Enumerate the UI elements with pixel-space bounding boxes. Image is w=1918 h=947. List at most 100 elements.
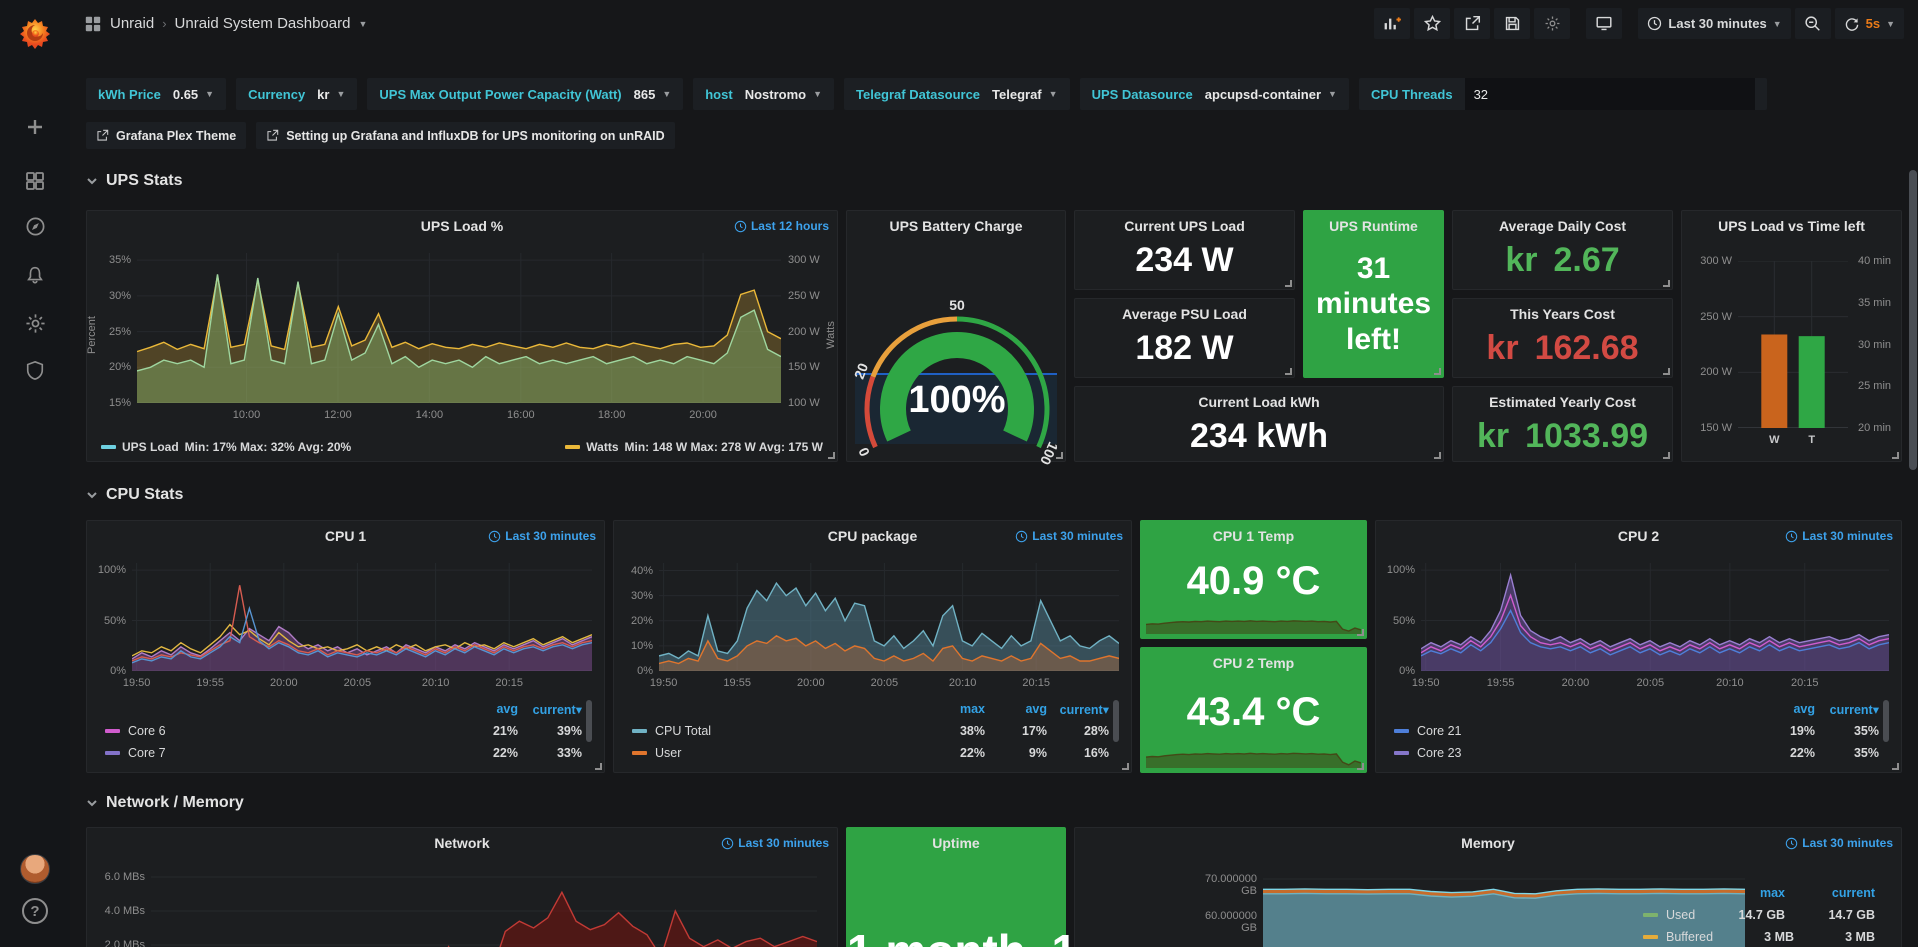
time-range-label[interactable]: Last 30 minutes xyxy=(721,836,829,850)
dashboard-settings-button[interactable] xyxy=(1534,8,1570,39)
dashboard-link[interactable]: Grafana Plex Theme xyxy=(86,122,246,149)
legend-scrollbar-thumb[interactable] xyxy=(1883,700,1889,742)
legend-series-marker[interactable] xyxy=(105,729,120,733)
panel-title[interactable]: Estimated Yearly Cost xyxy=(1453,394,1672,410)
variable-input[interactable]: 32 xyxy=(1465,78,1755,110)
time-range-label[interactable]: Last 12 hours xyxy=(734,219,829,233)
panel-title[interactable]: Average PSU Load xyxy=(1075,306,1294,322)
save-button[interactable] xyxy=(1494,8,1530,39)
panel-title[interactable]: Memory xyxy=(1075,835,1901,851)
time-range-label[interactable]: Last 30 minutes xyxy=(1785,529,1893,543)
apps-grid-icon[interactable] xyxy=(84,15,102,33)
section-ups-stats[interactable]: UPS Stats xyxy=(86,172,182,190)
legend-sort-header[interactable]: current▾ xyxy=(1047,702,1109,717)
legend-series-marker[interactable] xyxy=(101,445,116,449)
user-avatar[interactable] xyxy=(0,847,70,891)
panel-resize-handle[interactable] xyxy=(828,452,835,459)
variable-value[interactable]: apcupsd-container▼ xyxy=(1205,87,1337,102)
panel-resize-handle[interactable] xyxy=(1434,452,1441,459)
panel-resize-handle[interactable] xyxy=(1892,452,1899,459)
dashboards-icon[interactable] xyxy=(0,159,70,203)
panel-resize-handle[interactable] xyxy=(1663,280,1670,287)
add-panel-button[interactable] xyxy=(1374,8,1410,39)
panel-resize-handle[interactable] xyxy=(1122,763,1129,770)
legend-series-marker[interactable] xyxy=(105,751,120,755)
panel-title[interactable]: Current UPS Load xyxy=(1075,218,1294,234)
panel-resize-handle[interactable] xyxy=(1663,368,1670,375)
legend-series-name[interactable]: CPU Total xyxy=(655,724,711,738)
legend-sort-header[interactable]: avg xyxy=(985,702,1047,716)
legend-sort-header[interactable]: avg xyxy=(454,702,518,716)
configuration-gear-icon[interactable] xyxy=(0,301,70,345)
legend-sort-header[interactable]: max xyxy=(923,702,985,716)
panel-title[interactable]: Current Load kWh xyxy=(1075,394,1443,410)
panel-resize-handle[interactable] xyxy=(595,763,602,770)
legend-series-name[interactable]: UPS Load xyxy=(122,440,179,454)
legend-scrollbar-thumb[interactable] xyxy=(586,700,592,742)
legend-series-marker[interactable] xyxy=(1643,935,1658,939)
alerting-bell-icon[interactable] xyxy=(0,253,70,297)
legend-series-marker[interactable] xyxy=(1643,913,1658,917)
legend-series-name[interactable]: Core 23 xyxy=(1417,746,1461,760)
legend-series-marker[interactable] xyxy=(1394,751,1409,755)
breadcrumb-current[interactable]: Unraid System Dashboard xyxy=(175,15,351,32)
panel-resize-handle[interactable] xyxy=(1357,763,1364,770)
section-cpu-stats[interactable]: CPU Stats xyxy=(86,486,183,504)
panel-resize-handle[interactable] xyxy=(1434,368,1441,375)
panel-title[interactable]: CPU 2 Temp xyxy=(1141,655,1366,671)
legend-series-name[interactable]: Core 7 xyxy=(128,746,166,760)
legend-series-marker[interactable] xyxy=(632,729,647,733)
page-scrollbar-thumb[interactable] xyxy=(1909,170,1917,470)
legend-series-name[interactable]: Buffered xyxy=(1666,930,1713,944)
legend-series-marker[interactable] xyxy=(632,751,647,755)
legend-scrollbar-thumb[interactable] xyxy=(1113,700,1119,742)
panel-resize-handle[interactable] xyxy=(1285,280,1292,287)
cycle-view-button[interactable] xyxy=(1586,8,1622,39)
legend-series-marker[interactable] xyxy=(565,445,580,449)
time-range-label[interactable]: Last 30 minutes xyxy=(488,529,596,543)
variable-value[interactable]: Telegraf▼ xyxy=(992,87,1058,102)
legend-sort-header[interactable]: current xyxy=(1785,886,1875,900)
refresh-button[interactable]: 5s ▼ xyxy=(1835,8,1904,39)
variable-value[interactable]: 0.65▼ xyxy=(173,87,214,102)
panel-title[interactable]: Average Daily Cost xyxy=(1453,218,1672,234)
variable-value[interactable]: Nostromo▼ xyxy=(745,87,822,102)
breadcrumb-root[interactable]: Unraid xyxy=(110,15,154,32)
variable-value[interactable]: 865▼ xyxy=(634,87,672,102)
panel-title[interactable]: UPS Load % xyxy=(87,218,837,234)
panel-resize-handle[interactable] xyxy=(1663,452,1670,459)
panel-resize-handle[interactable] xyxy=(1357,629,1364,636)
grafana-logo-icon[interactable] xyxy=(0,6,70,62)
breadcrumb-caret-icon[interactable]: ▼ xyxy=(358,19,367,29)
legend-sort-header[interactable]: max xyxy=(1695,886,1785,900)
panel-title[interactable]: UPS Runtime xyxy=(1304,218,1443,234)
star-button[interactable] xyxy=(1414,8,1450,39)
legend-series-name[interactable]: Watts xyxy=(586,440,618,454)
legend-series-name[interactable]: Core 21 xyxy=(1417,724,1461,738)
time-range-label[interactable]: Last 30 minutes xyxy=(1785,836,1893,850)
legend-series-name[interactable]: Used xyxy=(1666,908,1695,922)
server-admin-shield-icon[interactable] xyxy=(0,348,70,392)
legend-sort-header[interactable]: current▾ xyxy=(1815,702,1879,717)
panel-title[interactable]: Uptime xyxy=(847,835,1065,851)
panel-title[interactable]: CPU 1 Temp xyxy=(1141,528,1366,544)
section-network-memory[interactable]: Network / Memory xyxy=(86,794,244,812)
dashboard-link[interactable]: Setting up Grafana and InfluxDB for UPS … xyxy=(256,122,674,149)
variable-value[interactable]: kr▼ xyxy=(317,87,345,102)
create-icon[interactable] xyxy=(0,105,70,149)
time-range-label[interactable]: Last 30 minutes xyxy=(1015,529,1123,543)
share-button[interactable] xyxy=(1454,8,1490,39)
zoom-out-button[interactable] xyxy=(1795,8,1831,39)
panel-resize-handle[interactable] xyxy=(1892,763,1899,770)
legend-sort-header[interactable]: avg xyxy=(1751,702,1815,716)
legend-series-name[interactable]: Core 6 xyxy=(128,724,166,738)
time-range-picker[interactable]: Last 30 minutes ▼ xyxy=(1638,8,1790,39)
legend-series-marker[interactable] xyxy=(1394,729,1409,733)
legend-series-name[interactable]: User xyxy=(655,746,681,760)
panel-resize-handle[interactable] xyxy=(1056,452,1063,459)
panel-title[interactable]: This Years Cost xyxy=(1453,306,1672,322)
panel-resize-handle[interactable] xyxy=(1285,368,1292,375)
help-icon[interactable]: ? xyxy=(0,889,70,933)
explore-compass-icon[interactable] xyxy=(0,204,70,248)
panel-title[interactable]: UPS Load vs Time left xyxy=(1682,218,1901,234)
